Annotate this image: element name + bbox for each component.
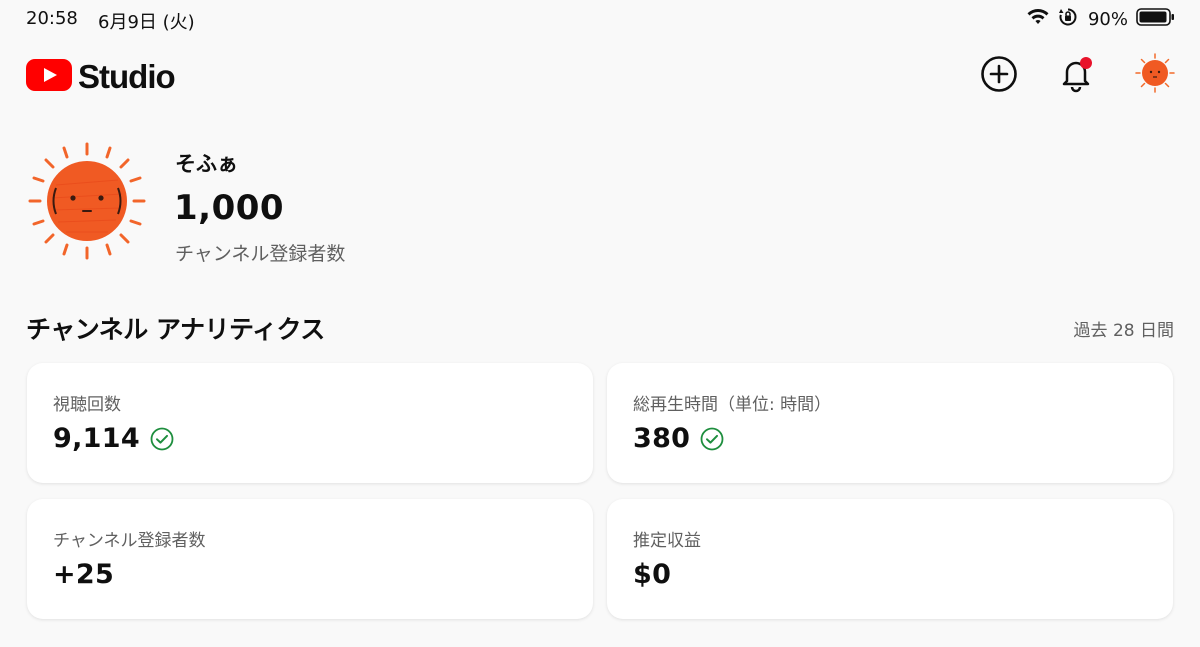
- check-circle-icon: [700, 427, 724, 451]
- logo-text: Studio: [78, 58, 176, 95]
- bell-icon: [1056, 54, 1096, 98]
- card-value-row: 380: [633, 423, 724, 454]
- avatar: [1134, 52, 1176, 98]
- revenue-card[interactable]: 推定収益 $0: [607, 499, 1173, 619]
- card-label: 推定収益: [633, 531, 701, 551]
- check-circle-icon: [150, 427, 174, 451]
- analytics-title: チャンネル アナリティクス: [26, 315, 325, 344]
- card-value-row: 9,114: [53, 423, 174, 454]
- status-date: 6月9日 (火): [98, 12, 195, 33]
- subscriber-count: 1,000: [174, 188, 285, 228]
- card-value-row: $0: [633, 559, 671, 590]
- card-label: チャンネル登録者数: [53, 531, 206, 551]
- channel-name: そふぁ: [175, 152, 238, 176]
- notifications-button[interactable]: [1056, 56, 1096, 96]
- app-header: Studio: [0, 46, 1200, 106]
- card-value: 9,114: [53, 423, 140, 454]
- youtube-studio-logo[interactable]: Studio: [26, 58, 176, 96]
- status-bar: 20:58 6月9日 (火) 90%: [0, 0, 1200, 38]
- card-label: 総再生時間（単位: 時間）: [633, 395, 832, 415]
- battery-icon: [1136, 7, 1176, 31]
- card-value: $0: [633, 559, 672, 590]
- create-button[interactable]: [979, 56, 1019, 96]
- youtube-studio-dashboard: 20:58 6月9日 (火) 90% Studio そふぁ 1,000 チャンネ…: [0, 0, 1200, 647]
- orientation-lock-icon: [1058, 7, 1078, 31]
- subscribers-card[interactable]: チャンネル登録者数 +25: [27, 499, 593, 619]
- create-icon: [980, 55, 1018, 97]
- watch-time-card[interactable]: 総再生時間（単位: 時間） 380: [607, 363, 1173, 483]
- views-card[interactable]: 視聴回数 9,114: [27, 363, 593, 483]
- account-avatar-button[interactable]: [1134, 52, 1176, 98]
- analytics-period: 過去 28 日間: [1073, 321, 1174, 341]
- card-value: 380: [633, 423, 691, 454]
- card-value-row: +25: [53, 559, 114, 590]
- youtube-play-icon: [26, 59, 72, 95]
- channel-avatar[interactable]: [26, 140, 148, 262]
- battery-percentage: 90%: [1087, 8, 1128, 30]
- status-time: 20:58: [26, 8, 78, 29]
- subscriber-label: チャンネル登録者数: [175, 243, 346, 265]
- card-value: +25: [53, 559, 115, 590]
- channel-summary: そふぁ 1,000 チャンネル登録者数: [26, 140, 626, 270]
- card-label: 視聴回数: [53, 395, 121, 415]
- wifi-icon: [1026, 7, 1050, 31]
- status-indicators: 90%: [1026, 7, 1176, 31]
